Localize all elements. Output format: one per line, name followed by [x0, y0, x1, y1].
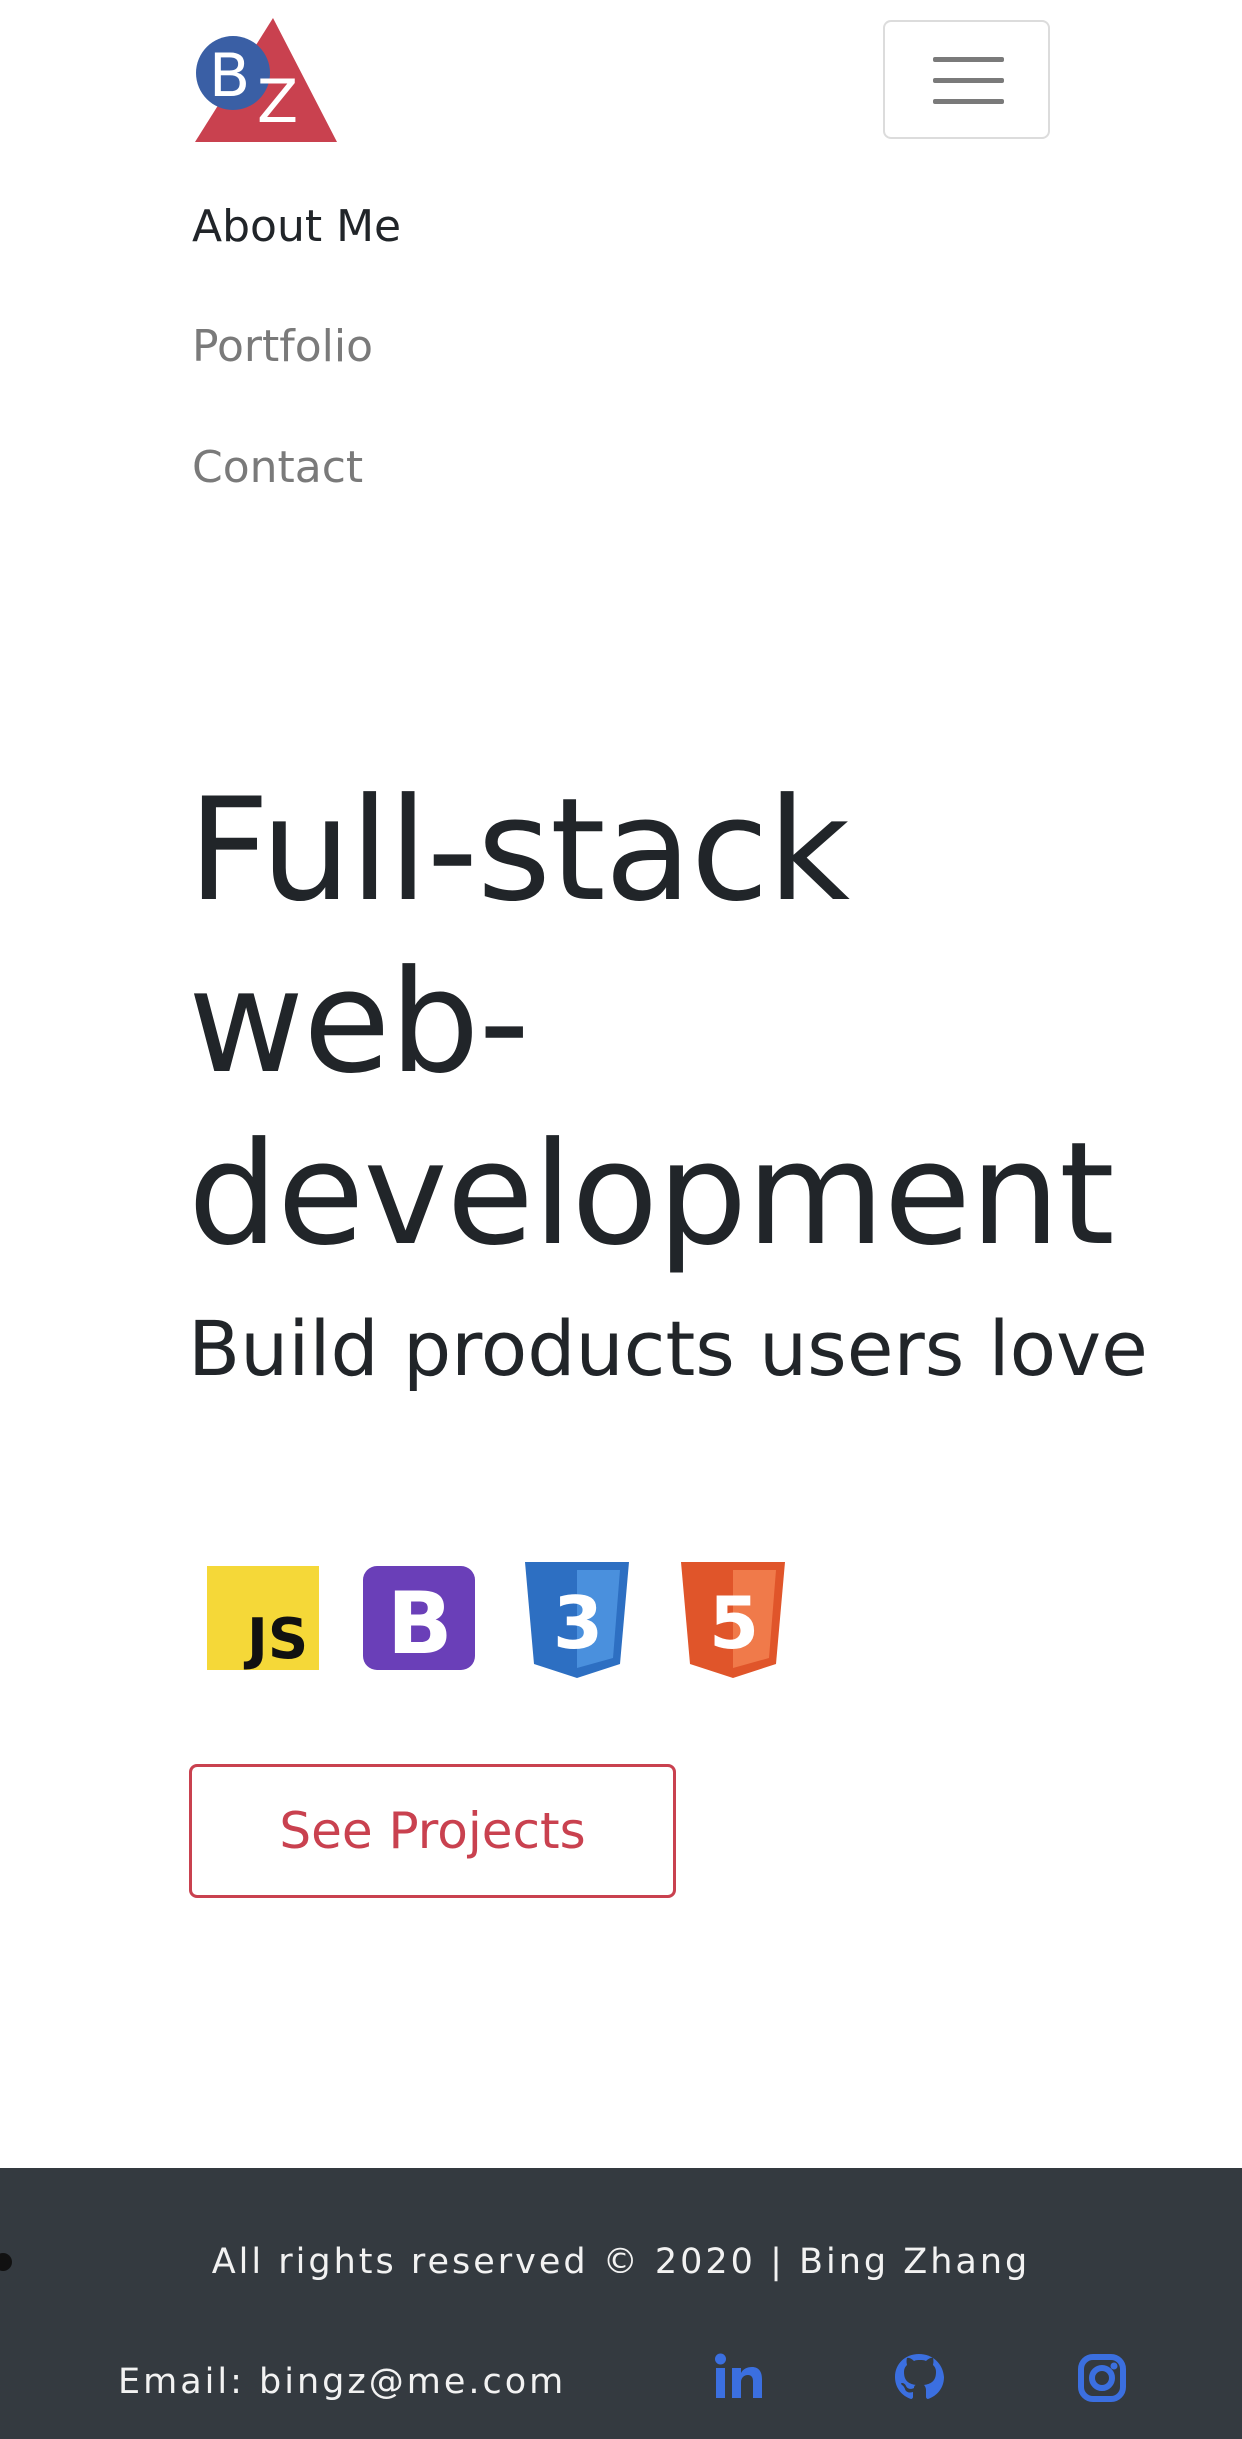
github-icon[interactable]	[889, 2348, 949, 2408]
bootstrap-icon: B	[363, 1566, 475, 1674]
footer: All rights reserved © 2020 | Bing Zhang …	[0, 2168, 1242, 2439]
brand-logo[interactable]: B Z	[195, 18, 337, 142]
see-projects-button[interactable]: See Projects	[189, 1764, 676, 1898]
navbar-toggler-button[interactable]	[883, 20, 1050, 139]
svg-text:3: 3	[553, 1581, 603, 1665]
hero-title-line: Full-stack	[188, 768, 850, 933]
svg-text:B: B	[209, 41, 250, 111]
javascript-icon: JS	[207, 1566, 319, 1672]
hero-subtitle: Build products users love	[188, 1304, 1148, 1393]
linkedin-icon[interactable]	[706, 2348, 766, 2408]
footer-copyright: All rights reserved © 2020 | Bing Zhang	[211, 2242, 1031, 2282]
nav-link-contact[interactable]: Contact	[192, 438, 363, 498]
hamburger-icon-bar	[933, 99, 1004, 104]
svg-text:Z: Z	[257, 67, 298, 137]
hamburger-icon-bar	[933, 78, 1004, 83]
svg-text:JS: JS	[243, 1607, 308, 1672]
hero-title: Full-stack web- development	[188, 765, 1242, 1281]
instagram-icon[interactable]	[1072, 2348, 1132, 2408]
hero-title-line: development	[188, 1112, 1115, 1277]
svg-text:5: 5	[709, 1581, 759, 1665]
nav-link-about-me[interactable]: About Me	[192, 197, 401, 257]
css3-icon: 3	[525, 1562, 629, 1678]
nav-link-portfolio[interactable]: Portfolio	[192, 317, 373, 377]
hero-title-line: web-	[188, 940, 530, 1105]
svg-text:B: B	[387, 1574, 453, 1674]
footer-email[interactable]: Email: bingz@me.com	[118, 2354, 566, 2410]
hamburger-icon	[933, 57, 1004, 62]
html5-icon: 5	[681, 1562, 785, 1678]
